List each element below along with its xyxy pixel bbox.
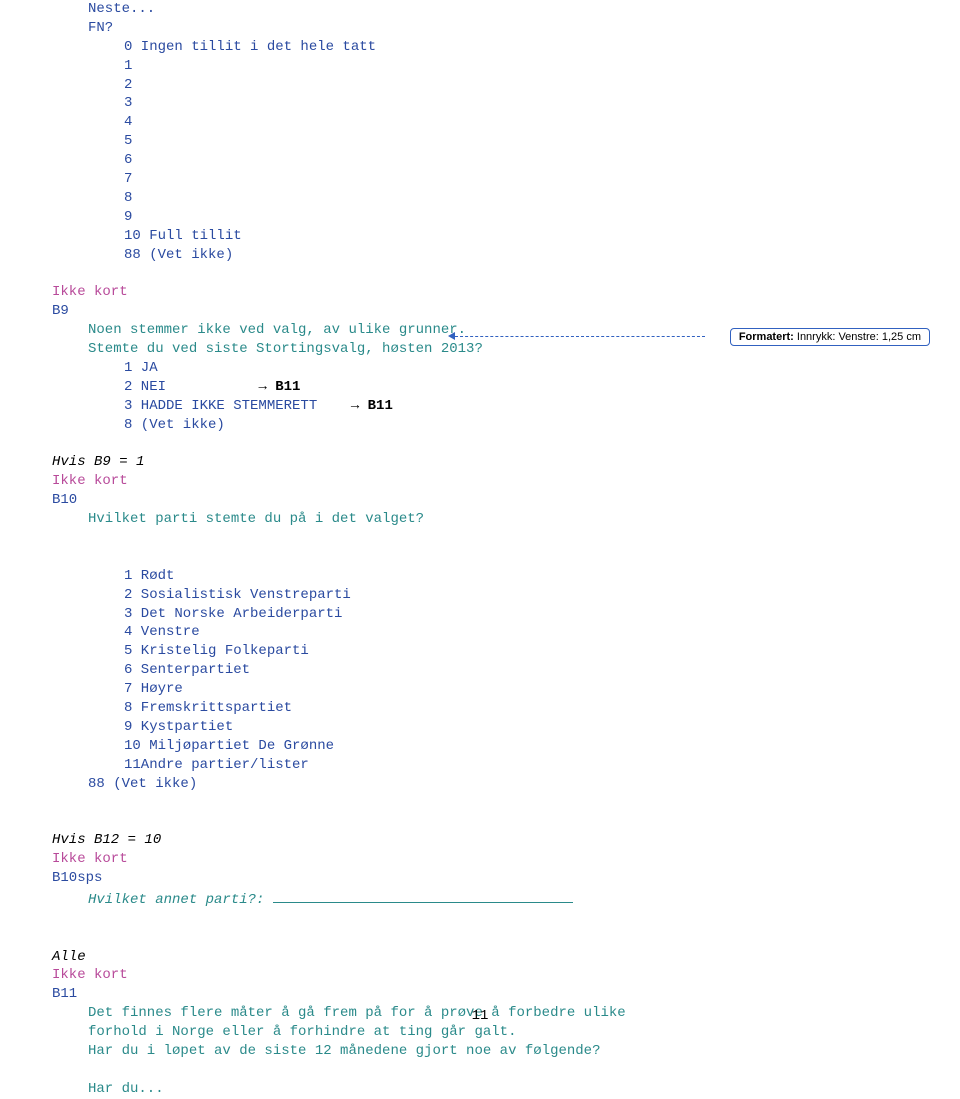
page-number: 11 [0, 1008, 960, 1024]
party-1: 1 Rødt [124, 567, 960, 586]
comment-label: Formatert: [739, 331, 794, 343]
b10-label: B10 [52, 491, 960, 510]
neste-label: Neste... [88, 0, 960, 19]
b9-ikkekort: Ikke kort [52, 283, 960, 302]
b11-ikkekort: Ikke kort [52, 966, 960, 985]
comment-box: Formatert: Innrykk: Venstre: 1,25 cm [730, 328, 930, 346]
b10sps-label: B10sps [52, 869, 960, 888]
scale-0: 0 Ingen tillit i det hele tatt [124, 38, 960, 57]
b11-q3: Har du i løpet av de siste 12 månedene g… [88, 1042, 960, 1061]
b9-opt-1: 1 JA [124, 359, 960, 378]
party-8: 8 Fremskrittspartiet [124, 699, 960, 718]
party-4: 4 Venstre [124, 623, 960, 642]
party-88: 88 (Vet ikke) [88, 775, 960, 794]
b10sps-ikkekort: Ikke kort [52, 850, 960, 869]
scale-3: 3 [124, 94, 960, 113]
scale-2: 2 [124, 76, 960, 95]
scale-5: 5 [124, 132, 960, 151]
party-3: 3 Det Norske Arbeiderparti [124, 605, 960, 624]
scale-9: 9 [124, 208, 960, 227]
b10sps-condition: Hvis B12 = 10 [52, 831, 960, 850]
party-10: 10 Miljøpartiet De Grønne [124, 737, 960, 756]
scale-7: 7 [124, 170, 960, 189]
party-2: 2 Sosialistisk Venstreparti [124, 586, 960, 605]
scale-8: 8 [124, 189, 960, 208]
scale-4: 4 [124, 113, 960, 132]
b10sps-question: Hvilket annet parti?: [88, 888, 960, 910]
scale-10: 10 Full tillit [124, 227, 960, 246]
scale-1: 1 [124, 57, 960, 76]
party-6: 6 Senterpartiet [124, 661, 960, 680]
b9-opt-4: 8 (Vet ikke) [124, 416, 960, 435]
party-11: 11Andre partier/lister [124, 756, 960, 775]
party-9: 9 Kystpartiet [124, 718, 960, 737]
b9-opt-3: 3 HADDE IKKE STEMMERETT → B11 [124, 397, 960, 416]
b11-q4: Har du... [88, 1080, 960, 1099]
party-5: 5 Kristelig Folkeparti [124, 642, 960, 661]
b10-condition: Hvis B9 = 1 [52, 453, 960, 472]
scale-6: 6 [124, 151, 960, 170]
comment-arrow-icon [448, 332, 455, 340]
comment-connector [455, 336, 705, 337]
b10-question: Hvilket parti stemte du på i det valget? [88, 510, 960, 529]
scale-88: 88 (Vet ikke) [124, 246, 960, 265]
party-7: 7 Høyre [124, 680, 960, 699]
b9-opt-2: 2 NEI → B11 [124, 378, 960, 397]
b10-ikkekort: Ikke kort [52, 472, 960, 491]
b11-q2: forhold i Norge eller å forhindre at tin… [88, 1023, 960, 1042]
comment-text: Innrykk: Venstre: 1,25 cm [794, 331, 921, 343]
b11-alle: Alle [52, 948, 960, 967]
b11-label: B11 [52, 985, 960, 1004]
b9-label: B9 [52, 302, 960, 321]
fn-label: FN? [88, 19, 960, 38]
